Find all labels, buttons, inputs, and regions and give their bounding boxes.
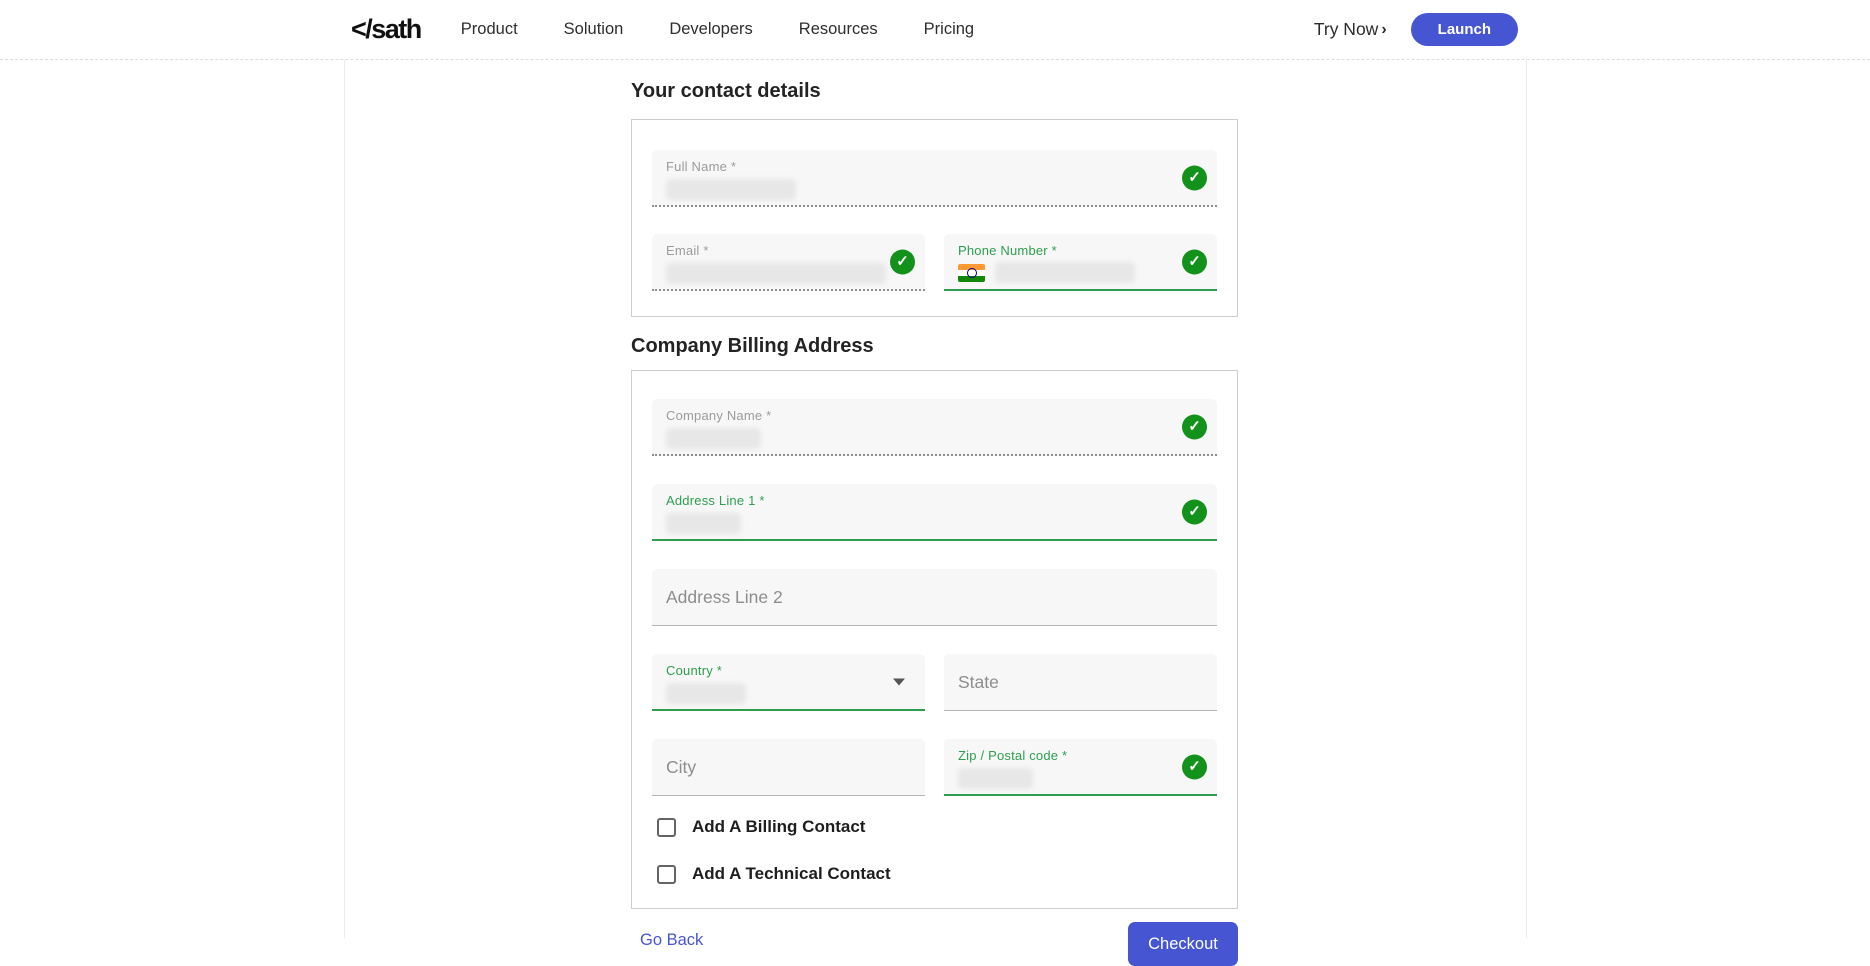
full-name-field[interactable]: Full Name * (652, 150, 1217, 207)
add-technical-contact-label: Add A Technical Contact (692, 864, 891, 884)
company-name-label: Company Name * (666, 408, 1203, 423)
top-nav: </sath Product Solution Developers Resou… (0, 0, 1870, 60)
zip-redacted-value (958, 768, 1033, 789)
phone-number-field[interactable]: Phone Number * (944, 234, 1217, 291)
address-line-1-redacted-value (666, 513, 741, 534)
checkout-button[interactable]: Checkout (1128, 922, 1238, 966)
city-field[interactable]: City (652, 739, 925, 796)
city-placeholder: City (666, 757, 696, 778)
add-billing-contact-row: Add A Billing Contact (657, 817, 1217, 837)
address-line-1-field[interactable]: Address Line 1 * (652, 484, 1217, 541)
valid-check-icon (1182, 499, 1207, 524)
nav-item-product[interactable]: Product (461, 20, 518, 39)
add-billing-contact-checkbox[interactable] (657, 818, 676, 837)
address-line-2-field[interactable]: Address Line 2 (652, 569, 1217, 626)
checkout-form: Your contact details Full Name * Email *… (631, 60, 1238, 966)
left-column-divider (344, 60, 345, 938)
country-label: Country * (666, 663, 911, 678)
state-placeholder: State (958, 672, 999, 693)
billing-section-title: Company Billing Address (631, 335, 1238, 358)
valid-check-icon (890, 249, 915, 274)
address-line-2-placeholder: Address Line 2 (666, 587, 783, 608)
launch-button[interactable]: Launch (1411, 13, 1518, 46)
nav-item-solution[interactable]: Solution (564, 20, 624, 39)
dropdown-arrow-icon (893, 678, 905, 685)
try-now-link[interactable]: Try Now (1314, 19, 1387, 40)
email-field[interactable]: Email * (652, 234, 925, 291)
try-now-label: Try Now (1314, 19, 1379, 40)
full-name-redacted-value (666, 179, 796, 200)
contact-details-card: Full Name * Email * Phone Number * (631, 119, 1238, 317)
sath-logo[interactable]: </sath (351, 14, 421, 45)
company-name-field[interactable]: Company Name * (652, 399, 1217, 456)
full-name-label: Full Name * (666, 159, 1203, 174)
country-select[interactable]: Country * (652, 654, 925, 711)
chevron-right-icon (1381, 21, 1386, 39)
company-name-redacted-value (666, 428, 761, 449)
contact-section-title: Your contact details (631, 80, 1238, 103)
zip-postal-code-label: Zip / Postal code * (958, 748, 1203, 763)
billing-address-card: Company Name * Address Line 1 * Address … (631, 370, 1238, 909)
form-footer: Go Back Checkout (631, 922, 1238, 966)
valid-check-icon (1182, 165, 1207, 190)
add-technical-contact-row: Add A Technical Contact (657, 864, 1217, 884)
email-label: Email * (666, 243, 911, 258)
go-back-link[interactable]: Go Back (640, 931, 703, 950)
zip-postal-code-field[interactable]: Zip / Postal code * (944, 739, 1217, 796)
right-column-divider (1526, 60, 1527, 938)
nav-item-pricing[interactable]: Pricing (924, 20, 974, 39)
address-line-1-label: Address Line 1 * (666, 493, 1203, 508)
add-technical-contact-checkbox[interactable] (657, 865, 676, 884)
state-field[interactable]: State (944, 654, 1217, 711)
valid-check-icon (1182, 414, 1207, 439)
email-redacted-value (666, 263, 886, 284)
nav-item-developers[interactable]: Developers (669, 20, 752, 39)
phone-redacted-value (995, 262, 1135, 283)
india-flag-icon (958, 264, 985, 282)
valid-check-icon (1182, 754, 1207, 779)
add-billing-contact-label: Add A Billing Contact (692, 817, 865, 837)
phone-number-label: Phone Number * (958, 243, 1203, 258)
country-redacted-value (666, 683, 746, 704)
nav-item-resources[interactable]: Resources (799, 20, 878, 39)
valid-check-icon (1182, 249, 1207, 274)
